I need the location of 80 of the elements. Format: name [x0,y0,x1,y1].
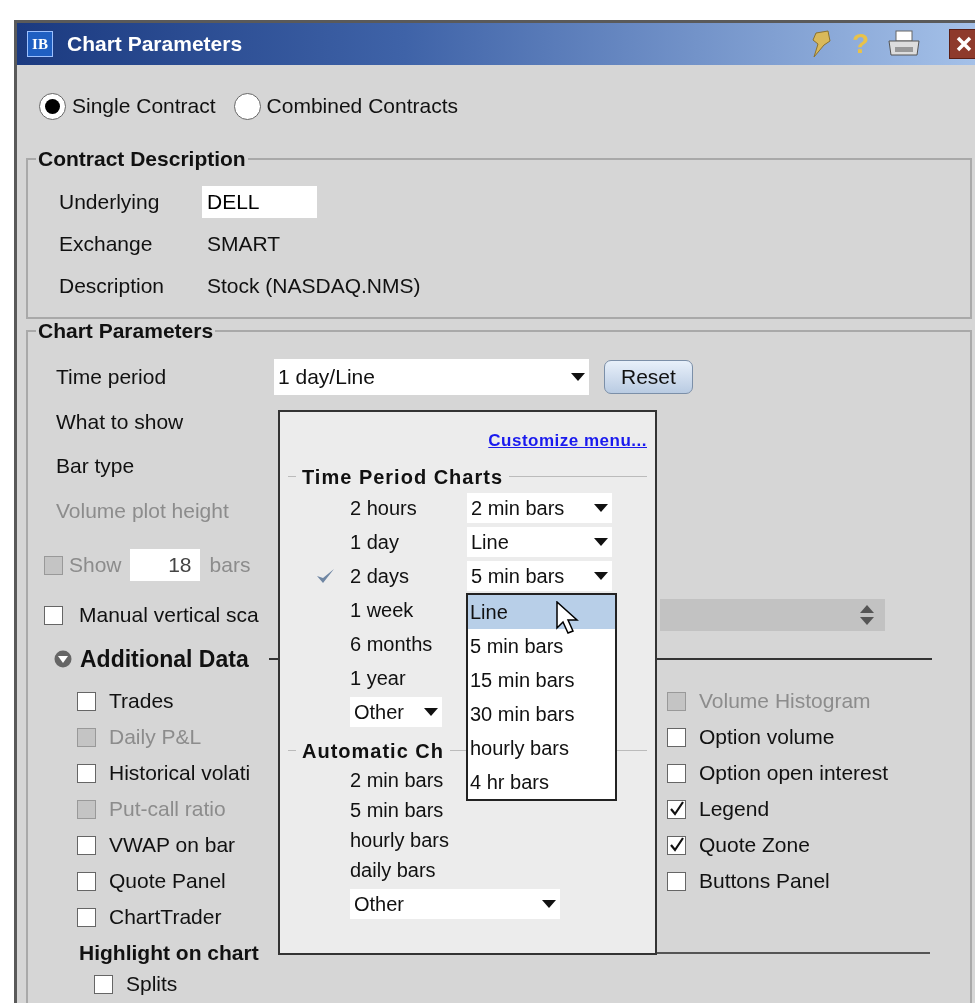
checkbox[interactable] [44,605,63,625]
close-icon [956,36,972,52]
caret-icon [542,899,556,908]
window-title: Chart Parameters [67,31,244,58]
field-label: Time period [55,364,168,391]
checkbox[interactable] [667,727,686,747]
field-label: Description [59,273,166,300]
menu-item[interactable]: 5 min bars [350,794,444,825]
app-logo: IB [27,31,53,57]
list-option[interactable]: Line [468,595,615,629]
close-button[interactable] [949,29,975,59]
checkbox[interactable] [94,974,113,994]
checkbox-label: Trades [109,688,174,715]
checkbox[interactable] [77,691,96,711]
checkbox-label: Splits [126,971,178,998]
radio-option[interactable]: Combined Contracts [233,90,458,122]
checkbox[interactable] [667,799,686,819]
section-title: Automatic Ch [302,738,444,764]
section-title: Additional Data [80,644,249,674]
checkbox-label: Volume Histogram [699,688,871,715]
customize-menu-link[interactable]: Customize menu... [488,428,647,454]
reset-button[interactable]: Reset [604,360,693,394]
checkbox[interactable] [77,835,96,855]
caret-icon [594,537,608,546]
underlying-field[interactable]: DELL [202,186,317,218]
field-label: Bar type [55,453,136,480]
checkbox[interactable] [77,871,96,891]
checkbox-label: Put-call ratio [109,796,226,823]
section-title: Time Period Charts [302,464,504,490]
checkbox-label: Legend [699,796,770,823]
menu-item[interactable]: 6 months [350,628,467,659]
caret-icon [594,571,608,580]
menu-item[interactable]: 1 week [350,594,467,625]
checkbox[interactable] [77,763,96,783]
section-title: Highlight on chart [79,940,259,967]
checkbox-label: Option open interest [699,760,889,787]
mouse-pointer-icon [556,601,580,635]
caret-icon [594,503,608,512]
checkbox-label: VWAP on bar [109,832,236,859]
other-dropdown[interactable]: Other [350,696,442,727]
checkbox-label: Option volume [699,724,835,751]
field-label: Exchange [59,231,154,258]
field-value: Stock (NASDAQ.NMS) [207,273,421,300]
other-dropdown[interactable]: Other [350,888,560,919]
bar-type-dropdown[interactable]: 5 min bars [467,560,612,591]
caret-icon [571,373,585,381]
menu-item[interactable]: daily bars [350,854,436,885]
spinner-arrows-icon [859,604,875,626]
collapse-toggle-icon[interactable] [54,650,72,668]
checkbox-label: Buttons Panel [699,868,830,895]
checkbox[interactable] [667,763,686,783]
checkbox[interactable] [77,907,96,927]
checkbox-label: Manual vertical sca [79,602,259,629]
checkbox[interactable] [667,871,686,891]
caret-icon [424,707,438,716]
section-title: Contract Description [37,147,247,171]
checkbox[interactable] [667,835,686,855]
field-label: Underlying [59,189,161,216]
field-value: SMART [207,231,281,258]
checkbox-label: Historical volati [109,760,251,787]
menu-item[interactable]: 2 min bars [350,764,444,795]
checkbox-label: Quote Zone [699,832,810,859]
menu-item[interactable]: 1 year [350,662,467,693]
menu-item[interactable]: 1 day [350,526,467,557]
section-title: Chart Parameters [37,319,215,343]
field-label: Volume plot height [55,498,230,525]
radio-option[interactable]: Single Contract [39,90,216,122]
time-period-dropdown[interactable]: 1 day/Line [274,359,589,395]
checkbox-label: Daily P&L [109,724,202,751]
field-label: What to show [55,409,185,436]
checkbox-label: Quote Panel [109,868,226,895]
menu-item[interactable]: hourly bars [350,824,449,855]
bar-type-dropdown[interactable]: 2 min bars [467,492,612,523]
menu-item[interactable]: 2 hours [350,492,467,523]
unit-label: bars [209,552,251,579]
printer-icon [887,29,921,59]
checkbox-label: Show [69,552,122,579]
checkbox-label: ChartTrader [109,904,222,931]
menu-item[interactable]: 2 days [350,560,467,591]
bar-type-dropdown[interactable]: Line [467,526,612,557]
